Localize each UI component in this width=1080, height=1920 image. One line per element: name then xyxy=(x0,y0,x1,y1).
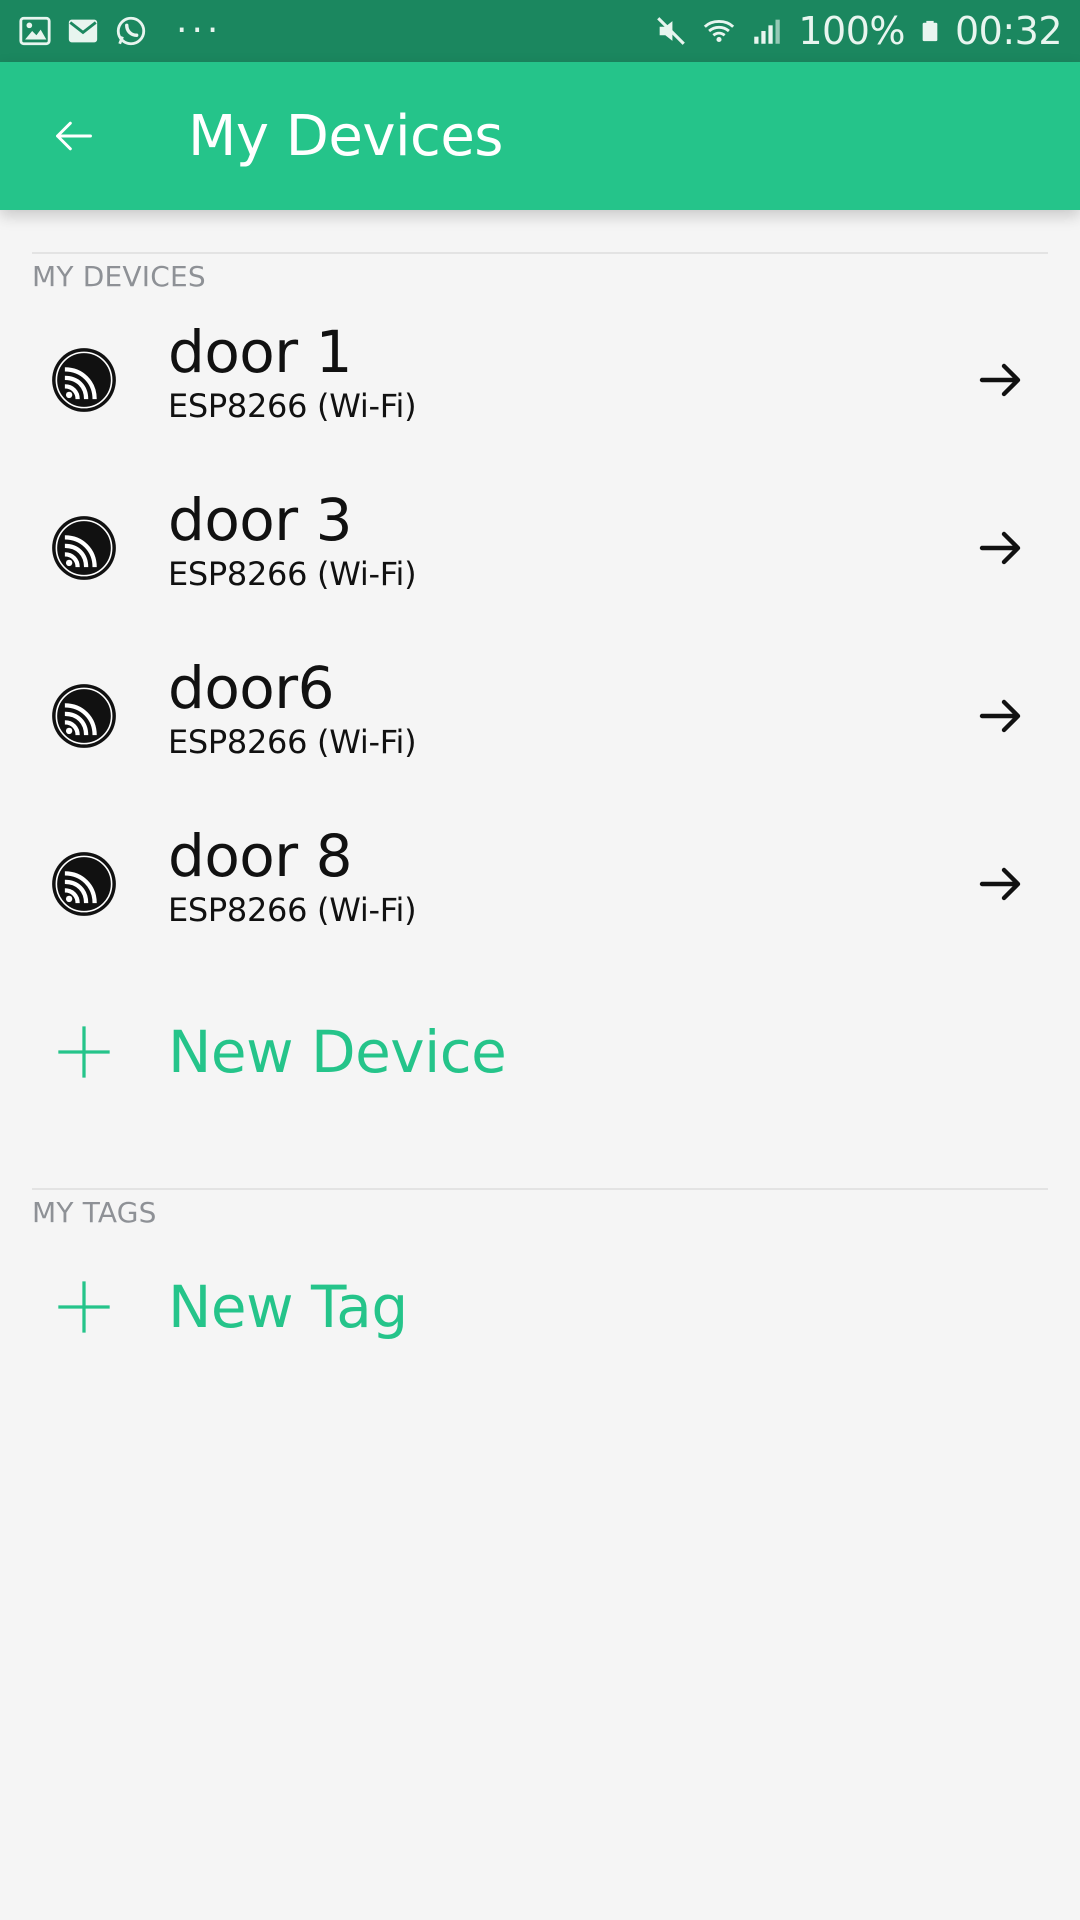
arrow-right-icon[interactable] xyxy=(976,692,1024,740)
device-text: door 3 ESP8266 (Wi-Fi) xyxy=(168,486,417,594)
device-type: ESP8266 (Wi-Fi) xyxy=(168,387,417,425)
status-bar-left: ··· xyxy=(18,13,222,49)
whatsapp-icon xyxy=(116,16,146,46)
status-bar: ··· 100% 00:32 xyxy=(0,0,1080,62)
device-name: door 3 xyxy=(168,486,352,554)
device-text: door 8 ESP8266 (Wi-Fi) xyxy=(168,822,417,930)
arrow-right-icon[interactable] xyxy=(976,524,1024,572)
arrow-right-icon[interactable] xyxy=(976,860,1024,908)
device-row[interactable]: door 8 ESP8266 (Wi-Fi) xyxy=(0,800,1080,968)
signal-icon xyxy=(754,19,781,44)
section-header-my-devices: MY DEVICES xyxy=(32,252,1048,296)
back-button[interactable] xyxy=(0,62,148,210)
device-text: door6 ESP8266 (Wi-Fi) xyxy=(168,654,417,762)
device-row[interactable]: door 1 ESP8266 (Wi-Fi) xyxy=(0,296,1080,464)
esp8266-chip-icon xyxy=(52,348,116,412)
image-icon xyxy=(19,16,51,46)
app-bar: My Devices xyxy=(0,62,1080,210)
wifi-icon xyxy=(704,20,735,43)
esp8266-chip-icon xyxy=(52,516,116,580)
arrow-left-icon xyxy=(56,121,92,151)
device-row[interactable]: door 3 ESP8266 (Wi-Fi) xyxy=(0,464,1080,632)
esp8266-chip-icon xyxy=(52,684,116,748)
more-notifications-indicator: ··· xyxy=(176,10,223,51)
device-type: ESP8266 (Wi-Fi) xyxy=(168,555,417,593)
device-text: door 1 ESP8266 (Wi-Fi) xyxy=(168,318,417,426)
device-type: ESP8266 (Wi-Fi) xyxy=(168,723,417,761)
main-content: MY DEVICES door 1 ESP8266 (Wi-Fi) door 3… xyxy=(0,210,1080,1382)
device-row[interactable]: door6 ESP8266 (Wi-Fi) xyxy=(0,632,1080,800)
clock: 00:32 xyxy=(954,9,1063,53)
mute-icon xyxy=(657,17,686,45)
status-bar-right: 100% 00:32 xyxy=(654,9,1063,53)
new-tag-button[interactable]: New Tag xyxy=(0,1232,1080,1382)
section-header-my-tags: MY TAGS xyxy=(32,1188,1048,1232)
page-title: My Devices xyxy=(188,103,503,169)
arrow-right-icon[interactable] xyxy=(976,356,1024,404)
new-tag-label: New Tag xyxy=(168,1273,408,1341)
device-name: door6 xyxy=(168,654,335,722)
device-list: door 1 ESP8266 (Wi-Fi) door 3 ESP8266 (W… xyxy=(0,296,1080,968)
device-name: door 1 xyxy=(168,318,352,386)
battery-percentage: 100% xyxy=(798,9,905,53)
device-type: ESP8266 (Wi-Fi) xyxy=(168,891,417,929)
esp8266-chip-icon xyxy=(52,852,116,916)
new-device-button[interactable]: New Device xyxy=(0,968,1080,1136)
plus-icon xyxy=(58,1281,110,1333)
email-icon xyxy=(68,19,98,43)
plus-icon xyxy=(58,1026,110,1078)
new-device-label: New Device xyxy=(168,1018,507,1086)
device-name: door 8 xyxy=(168,822,352,890)
battery-icon xyxy=(922,20,938,42)
